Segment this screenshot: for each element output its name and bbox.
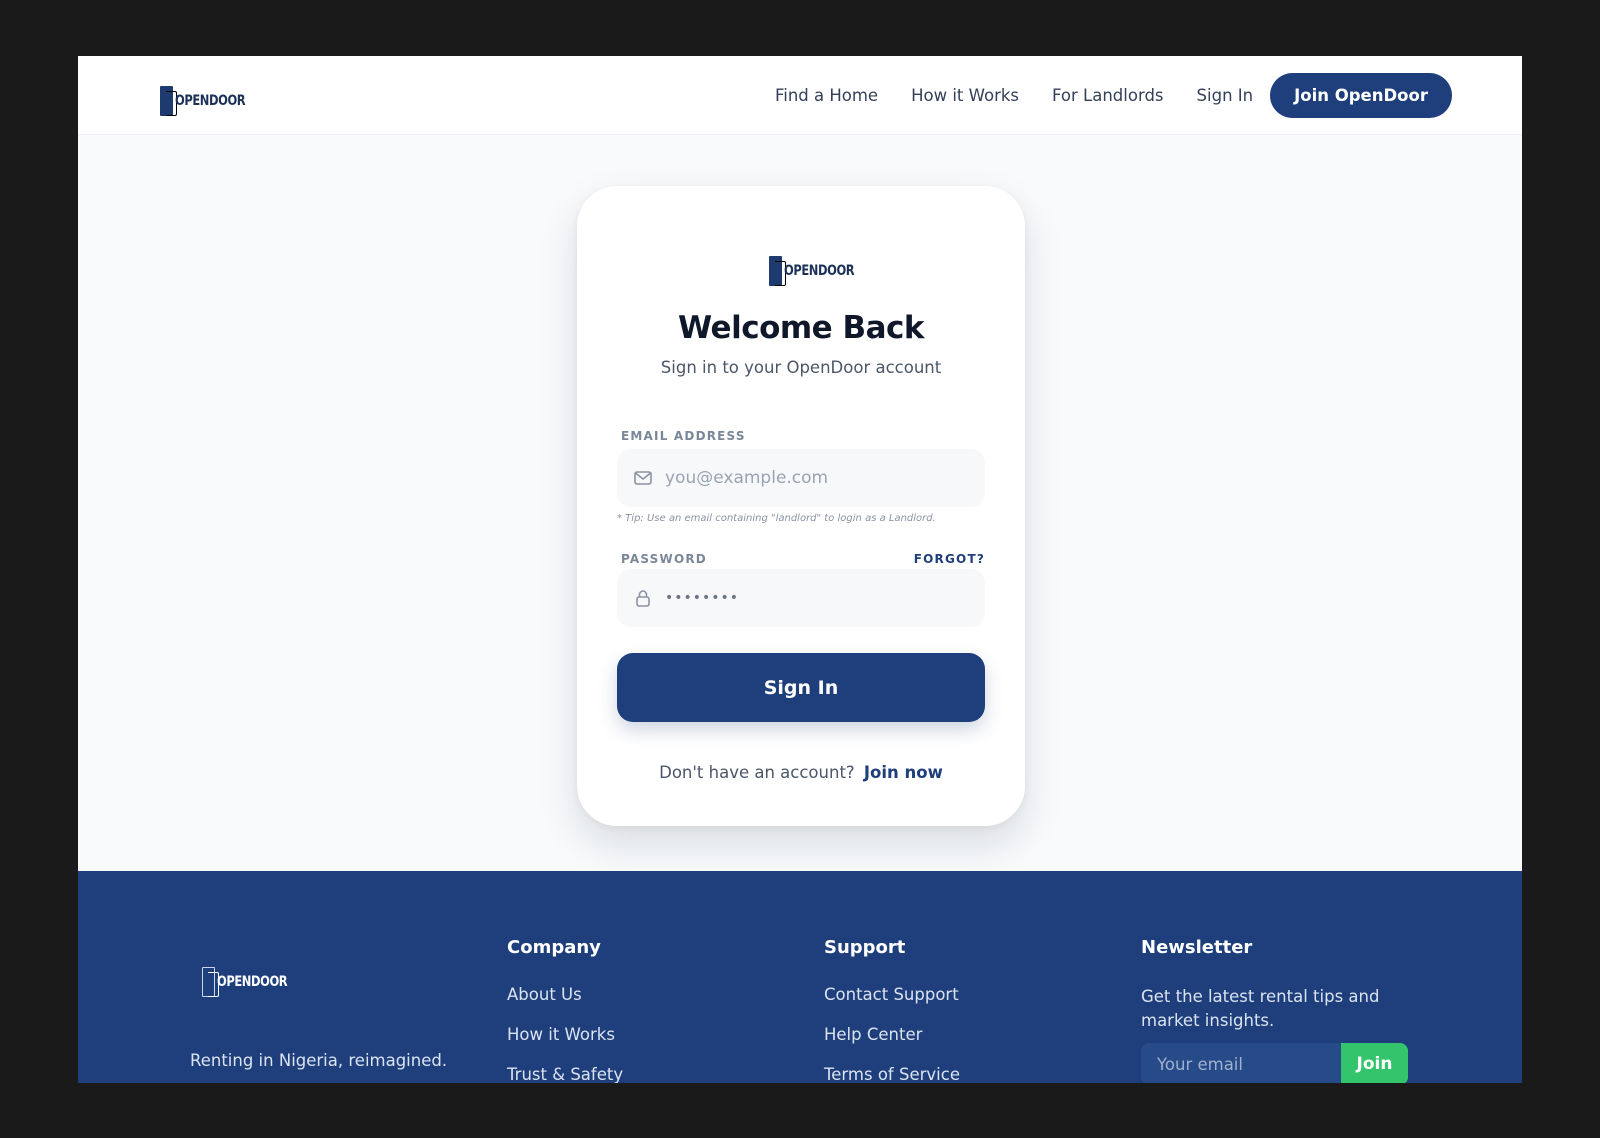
card-logo: OPENDOOR [769, 256, 870, 286]
logo-wordmark: OPENDOOR [784, 263, 855, 279]
main-nav: Find a Home How it Works For Landlords S… [742, 73, 1452, 118]
login-card: OPENDOOR Welcome Back Sign in to your Op… [577, 186, 1025, 826]
newsletter-description: Get the latest rental tips and market in… [1141, 987, 1380, 1030]
footer-link-help-center[interactable]: Help Center [824, 1025, 922, 1044]
footer-link-about-us[interactable]: About Us [507, 985, 582, 1004]
nav-for-landlords[interactable]: For Landlords [1052, 86, 1164, 105]
footer-logo[interactable]: OPENDOOR [202, 967, 303, 997]
login-tip: * Tip: Use an email containing "landlord… [617, 513, 936, 524]
page-title: Welcome Back [677, 310, 925, 346]
site-header: OPENDOOR Find a Home How it Works For La… [78, 56, 1522, 135]
logo-wordmark: OPENDOOR [217, 974, 288, 990]
join-now-link[interactable]: Join now [864, 763, 943, 782]
page: OPENDOOR Find a Home How it Works For La… [78, 56, 1522, 1083]
email-input[interactable] [665, 468, 965, 488]
signup-prompt: Don't have an account? Join now [577, 763, 1025, 782]
header-logo[interactable]: OPENDOOR [160, 86, 261, 116]
sign-in-button[interactable]: Sign In [617, 653, 985, 722]
nav-find-a-home[interactable]: Find a Home [775, 86, 878, 105]
footer-link-terms-of-service[interactable]: Terms of Service [824, 1065, 960, 1083]
footer-tagline: Renting in Nigeria, reimagined. [190, 1051, 448, 1070]
footer-support-title: Support [824, 937, 906, 958]
nav-sign-in[interactable]: Sign In [1197, 86, 1254, 105]
join-opendoor-button[interactable]: Join OpenDoor [1270, 73, 1452, 118]
password-label: PASSWORD [621, 552, 707, 566]
footer-link-contact-support[interactable]: Contact Support [824, 985, 959, 1004]
site-footer: OPENDOOR Renting in Nigeria, reimagined.… [78, 871, 1522, 1083]
footer-link-how-it-works[interactable]: How it Works [507, 1025, 615, 1044]
footer-newsletter-title: Newsletter [1141, 937, 1253, 958]
lock-icon [633, 588, 653, 608]
newsletter-join-button[interactable]: Join [1341, 1043, 1408, 1083]
footer-link-trust-safety[interactable]: Trust & Safety [507, 1065, 623, 1083]
logo-wordmark: OPENDOOR [175, 93, 246, 109]
newsletter-email-input[interactable] [1141, 1043, 1341, 1083]
footer-company-title: Company [507, 937, 601, 958]
mail-icon [633, 468, 653, 488]
password-input[interactable]: •••••••• [665, 590, 739, 606]
password-field[interactable]: •••••••• [617, 569, 985, 627]
signup-text: Don't have an account? [659, 763, 855, 782]
page-subtitle: Sign in to your OpenDoor account [660, 358, 942, 377]
nav-how-it-works[interactable]: How it Works [911, 86, 1019, 105]
email-field[interactable] [617, 449, 985, 507]
email-label: EMAIL ADDRESS [621, 429, 746, 443]
forgot-password-link[interactable]: FORGOT? [914, 552, 985, 566]
